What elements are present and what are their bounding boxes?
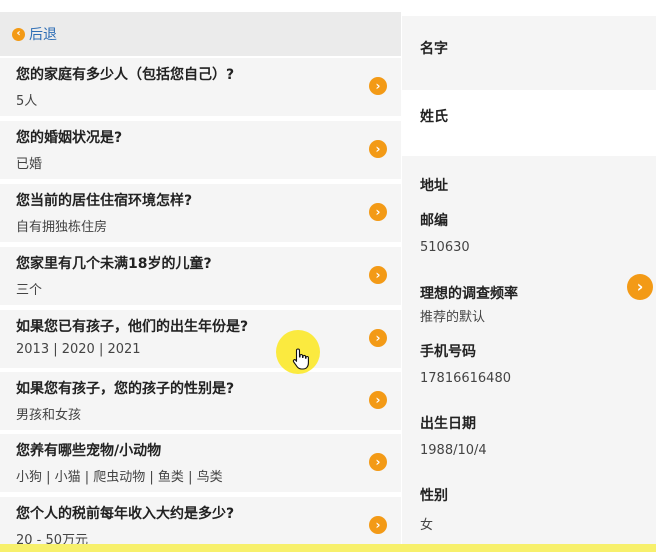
phone-value[interactable]: 17816616480 [420, 371, 511, 386]
settings-panel: 名字 姓氏 地址 邮编 510630 理想的调查频率 推荐的默认 手机号码 17… [402, 0, 656, 552]
chevron-right-circle-icon[interactable]: › [369, 266, 387, 284]
question-text: 如果您有孩子，您的孩子的性别是? [16, 381, 235, 397]
question-answer: 5人 [16, 94, 38, 109]
question-text: 您的婚姻状况是? [16, 130, 123, 146]
chevron-right-circle-icon[interactable]: › [369, 453, 387, 471]
chevron-right-circle-icon[interactable]: › [369, 77, 387, 95]
chevron-left-circle-icon: ‹ [12, 27, 25, 41]
question-row[interactable]: 您的家庭有多少人（包括您自己）? 5人 › [0, 58, 401, 116]
gender-label: 性别 [420, 488, 448, 504]
birthday-label: 出生日期 [420, 416, 476, 432]
chevron-right-circle-icon[interactable]: › [369, 391, 387, 409]
back-label: 后退 [29, 27, 57, 43]
profile-question-panel: ‹ 后退 您的家庭有多少人（包括您自己）? 5人 › 您的婚姻状况是? 已婚 ›… [0, 0, 401, 552]
chevron-right-circle-icon[interactable]: › [627, 274, 653, 300]
gender-value[interactable]: 女 [420, 514, 433, 533]
birthday-value[interactable]: 1988/10/4 [420, 443, 487, 458]
last-name-label: 姓氏 [420, 109, 448, 125]
address-label: 地址 [420, 178, 448, 194]
hand-pointer-icon [292, 348, 309, 370]
postcode-value[interactable]: 510630 [420, 240, 470, 255]
phone-label: 手机号码 [420, 344, 476, 360]
question-text: 如果您已有孩子，他们的出生年份是? [16, 319, 249, 335]
survey-frequency-label: 理想的调查频率 [420, 286, 518, 302]
question-answer: 自有拥独栋住房 [16, 220, 108, 235]
back-button[interactable]: ‹ 后退 [0, 12, 401, 56]
question-answer: 2013 | 2020 | 2021 [16, 342, 141, 357]
bottom-highlight-strip [0, 544, 656, 552]
question-text: 您养有哪些宠物/小动物 [16, 443, 162, 459]
chevron-right-circle-icon[interactable]: › [369, 516, 387, 534]
question-row[interactable]: 您的婚姻状况是? 已婚 › [0, 121, 401, 179]
postcode-label: 邮编 [420, 213, 448, 229]
first-name-label: 名字 [420, 41, 448, 57]
chevron-right-circle-icon[interactable]: › [369, 140, 387, 158]
survey-frequency-value[interactable]: 推荐的默认 [420, 306, 485, 325]
question-text: 您的家庭有多少人（包括您自己）? [16, 67, 235, 83]
question-row[interactable]: 如果您有孩子，您的孩子的性别是? 男孩和女孩 › [0, 372, 401, 430]
question-answer: 三个 [16, 283, 43, 298]
question-row[interactable]: 您养有哪些宠物/小动物 小狗 | 小猫 | 爬虫动物 | 鱼类 | 鸟类 › [0, 434, 401, 492]
question-row[interactable]: 您当前的居住住宿环境怎样? 自有拥独栋住房 › [0, 184, 401, 242]
question-answer: 男孩和女孩 [16, 408, 82, 423]
question-row[interactable]: 您家里有几个未满18岁的儿童? 三个 › [0, 247, 401, 305]
question-answer: 小狗 | 小猫 | 爬虫动物 | 鱼类 | 鸟类 [16, 470, 223, 485]
chevron-right-circle-icon[interactable]: › [369, 203, 387, 221]
question-text: 您家里有几个未满18岁的儿童? [16, 256, 212, 272]
question-answer: 已婚 [16, 157, 43, 172]
question-text: 您个人的税前每年收入大约是多少? [16, 506, 235, 522]
question-text: 您当前的居住住宿环境怎样? [16, 193, 193, 209]
chevron-right-circle-icon[interactable]: › [369, 329, 387, 347]
question-row[interactable]: 如果您已有孩子，他们的出生年份是? 2013 | 2020 | 2021 › [0, 310, 401, 368]
